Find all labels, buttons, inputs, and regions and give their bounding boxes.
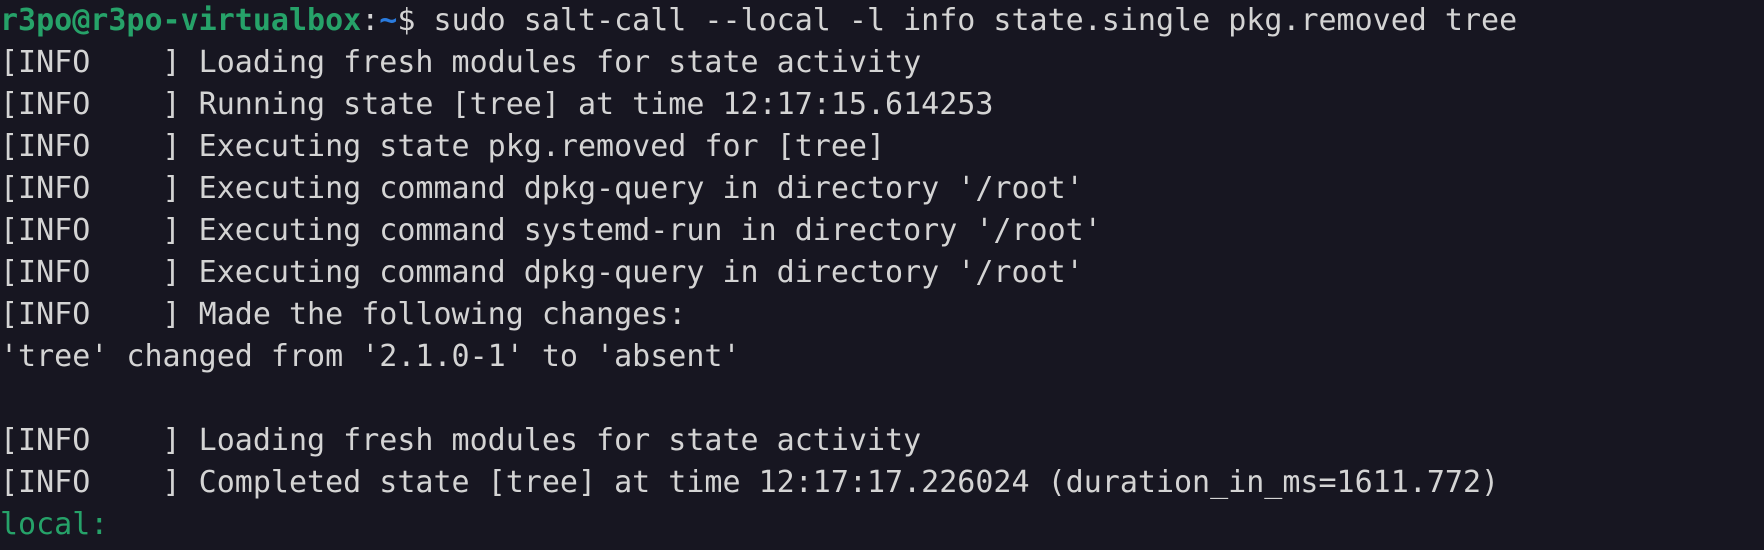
prompt-path: ~ xyxy=(379,3,398,38)
prompt-colon: : xyxy=(361,3,380,38)
user-host: r3po@r3po-virtualbox xyxy=(0,3,362,38)
output-line: [INFO ] Executing state pkg.removed for … xyxy=(0,129,886,164)
output-line: [INFO ] Executing command dpkg-query in … xyxy=(0,255,1084,290)
output-line: [INFO ] Loading fresh modules for state … xyxy=(0,423,922,458)
terminal[interactable]: r3po@r3po-virtualbox:~$ sudo salt-call -… xyxy=(0,0,1764,546)
output-line: 'tree' changed from '2.1.0-1' to 'absent… xyxy=(0,339,741,374)
output-line: [INFO ] Made the following changes: xyxy=(0,297,687,332)
output-line: [INFO ] Executing command dpkg-query in … xyxy=(0,171,1084,206)
output-line: [INFO ] Completed state [tree] at time 1… xyxy=(0,465,1500,500)
output-line: [INFO ] Running state [tree] at time 12:… xyxy=(0,87,994,122)
output-line: [INFO ] Executing command systemd-run in… xyxy=(0,213,1102,248)
result-label: local: xyxy=(0,507,109,542)
command-text: sudo salt-call --local -l info state.sin… xyxy=(433,3,1518,38)
output-line: [INFO ] Loading fresh modules for state … xyxy=(0,45,922,80)
prompt-symbol: $ xyxy=(397,3,434,38)
prompt-line: r3po@r3po-virtualbox:~$ sudo salt-call -… xyxy=(0,0,1764,42)
